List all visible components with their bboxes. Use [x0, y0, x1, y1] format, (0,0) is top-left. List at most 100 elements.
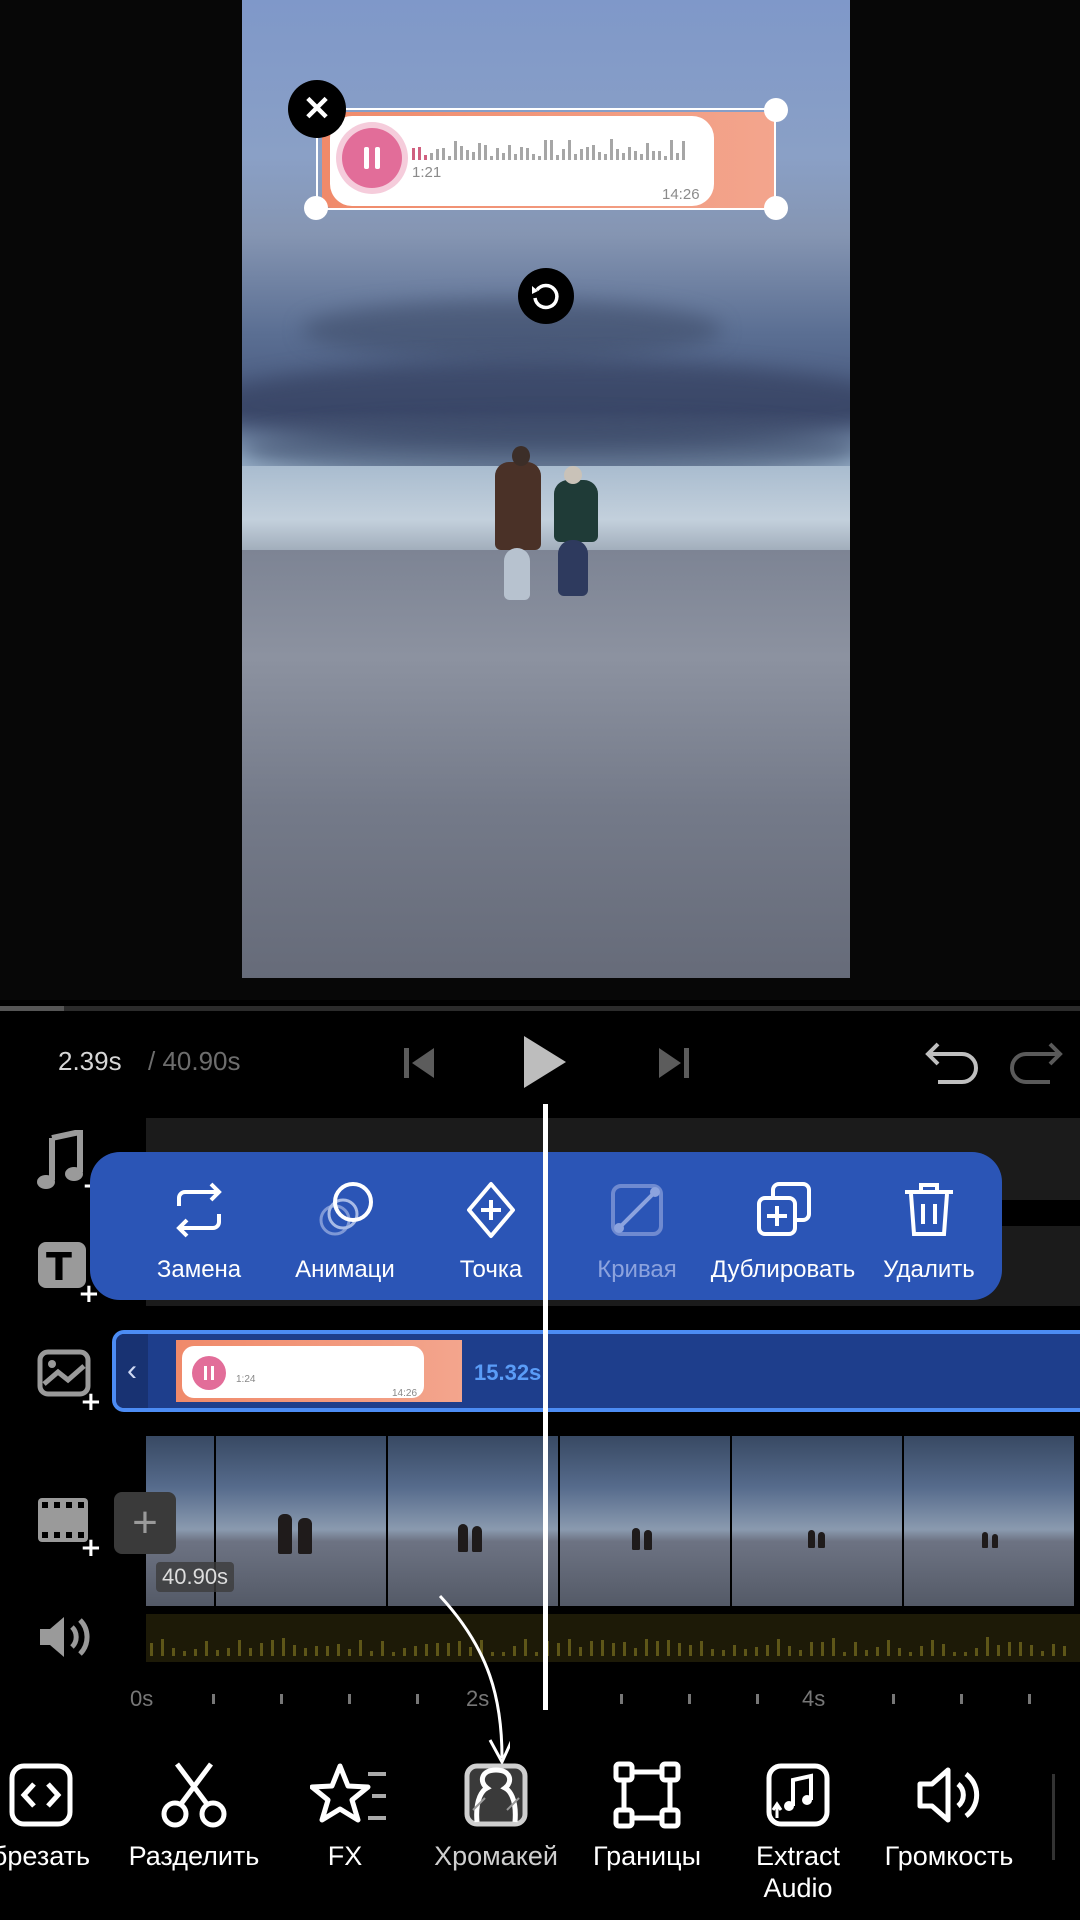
wave-bar [205, 1641, 208, 1656]
tool-bounds[interactable]: Границы [572, 1760, 722, 1872]
wave-bar [667, 1640, 670, 1656]
delete-button[interactable]: Удалить [856, 1152, 1002, 1300]
add-text-icon[interactable]: T + [36, 1240, 100, 1309]
animation-button[interactable]: Анимаци [272, 1152, 418, 1300]
thumbnail-waveform [236, 1358, 416, 1372]
wave-bar [821, 1642, 824, 1656]
wave-bar [1052, 1644, 1055, 1656]
ruler-label-4: 4s [802, 1686, 826, 1711]
wave-bar [788, 1646, 791, 1656]
volume-icon [914, 1760, 984, 1830]
undo-icon[interactable] [924, 1040, 980, 1091]
skip-forward-icon[interactable] [655, 1046, 691, 1085]
wave-bar [876, 1647, 879, 1656]
wave-bar [238, 1640, 241, 1656]
wave-bar [975, 1648, 978, 1656]
redo-icon[interactable] [1008, 1040, 1064, 1091]
svg-text:+: + [80, 1387, 102, 1410]
wave-bar [1041, 1651, 1044, 1656]
wave-bar [315, 1646, 318, 1656]
wave-bar [326, 1646, 329, 1656]
wave-bar [557, 1643, 560, 1656]
tool-fx[interactable]: FX [270, 1760, 420, 1872]
add-music-icon[interactable]: + [36, 1128, 104, 1201]
tool-extract-audio[interactable]: Extract Audio [723, 1760, 873, 1904]
wave-bar [700, 1641, 703, 1656]
wave-bar [260, 1643, 263, 1656]
wave-bar [425, 1644, 428, 1656]
wave-bar [414, 1646, 417, 1656]
wave-bar [887, 1640, 890, 1656]
wave-bar [513, 1646, 516, 1656]
svg-text:+: + [80, 1533, 102, 1556]
thumb-clock: 14:26 [392, 1388, 418, 1399]
wave-bar [953, 1652, 956, 1656]
keyframe-icon [467, 1182, 515, 1238]
duplicate-button[interactable]: Дублировать [710, 1152, 856, 1300]
replace-icon [176, 1182, 222, 1238]
resize-handle-br[interactable] [764, 196, 788, 220]
pointer-arrow [438, 1594, 510, 1766]
wave-bar [337, 1644, 340, 1656]
resize-handle-bl[interactable] [304, 196, 328, 220]
current-time: 2.39s [58, 1046, 122, 1076]
audio-volume-icon[interactable] [36, 1612, 96, 1667]
resize-handle-tr[interactable] [764, 98, 788, 122]
play-icon[interactable] [522, 1034, 568, 1095]
add-video-icon[interactable]: + [36, 1494, 102, 1563]
wave-bar [733, 1645, 736, 1656]
curve-icon [611, 1184, 663, 1236]
wave-bar [194, 1649, 197, 1656]
tool-trim[interactable]: брезать [0, 1760, 116, 1872]
wave-bar [183, 1651, 186, 1656]
wave-bar [964, 1652, 967, 1656]
wave-bar [854, 1642, 857, 1656]
wave-bar [348, 1649, 351, 1656]
wave-bar [997, 1645, 1000, 1656]
wave-bar [865, 1650, 868, 1656]
wave-bar [986, 1637, 989, 1656]
wave-bar [172, 1648, 175, 1656]
delete-icon [905, 1183, 953, 1236]
wave-bar [744, 1649, 747, 1656]
wave-bar [656, 1641, 659, 1656]
skip-back-icon[interactable] [402, 1046, 438, 1085]
wave-bar [282, 1638, 285, 1656]
selection-frame [316, 108, 776, 210]
wave-bar [293, 1645, 296, 1656]
audio-waveform [150, 1636, 1080, 1656]
rotate-icon[interactable] [518, 268, 574, 324]
wave-bar [161, 1639, 164, 1656]
video-duration: 40.90s [156, 1562, 235, 1592]
wave-bar [777, 1639, 780, 1656]
tool-chroma-key[interactable]: Хромакей [421, 1760, 571, 1872]
person-left [495, 462, 541, 550]
wave-bar [678, 1643, 681, 1656]
curve-button[interactable]: Кривая [564, 1152, 710, 1300]
wave-bar [249, 1648, 252, 1656]
wave-bar [942, 1644, 945, 1656]
tool-split[interactable]: Разделить [119, 1760, 269, 1872]
wave-bar [931, 1640, 934, 1656]
close-icon[interactable]: ✕ [288, 80, 346, 138]
wave-bar [227, 1648, 230, 1656]
add-clip-button[interactable]: + [114, 1492, 176, 1554]
wave-bar [711, 1649, 714, 1656]
tool-volume[interactable]: Громкость [874, 1760, 1024, 1872]
duplicate-icon [757, 1182, 811, 1236]
toolbar-divider [1052, 1774, 1055, 1860]
wave-bar [612, 1643, 615, 1656]
wave-bar [271, 1640, 274, 1656]
wave-bar [568, 1639, 571, 1656]
progress-track[interactable] [0, 1006, 1080, 1011]
pause-icon [192, 1356, 226, 1390]
chevron-left-icon[interactable]: ‹ [116, 1334, 148, 1408]
thumb-elapsed: 1:24 [236, 1374, 256, 1385]
wave-bar [799, 1650, 802, 1656]
wave-bar [150, 1643, 153, 1656]
add-overlay-icon[interactable]: + [36, 1348, 102, 1417]
video-clip[interactable] [146, 1436, 1080, 1606]
wave-bar [689, 1645, 692, 1656]
playhead[interactable] [543, 1104, 548, 1710]
replace-button[interactable]: Замена [126, 1152, 272, 1300]
